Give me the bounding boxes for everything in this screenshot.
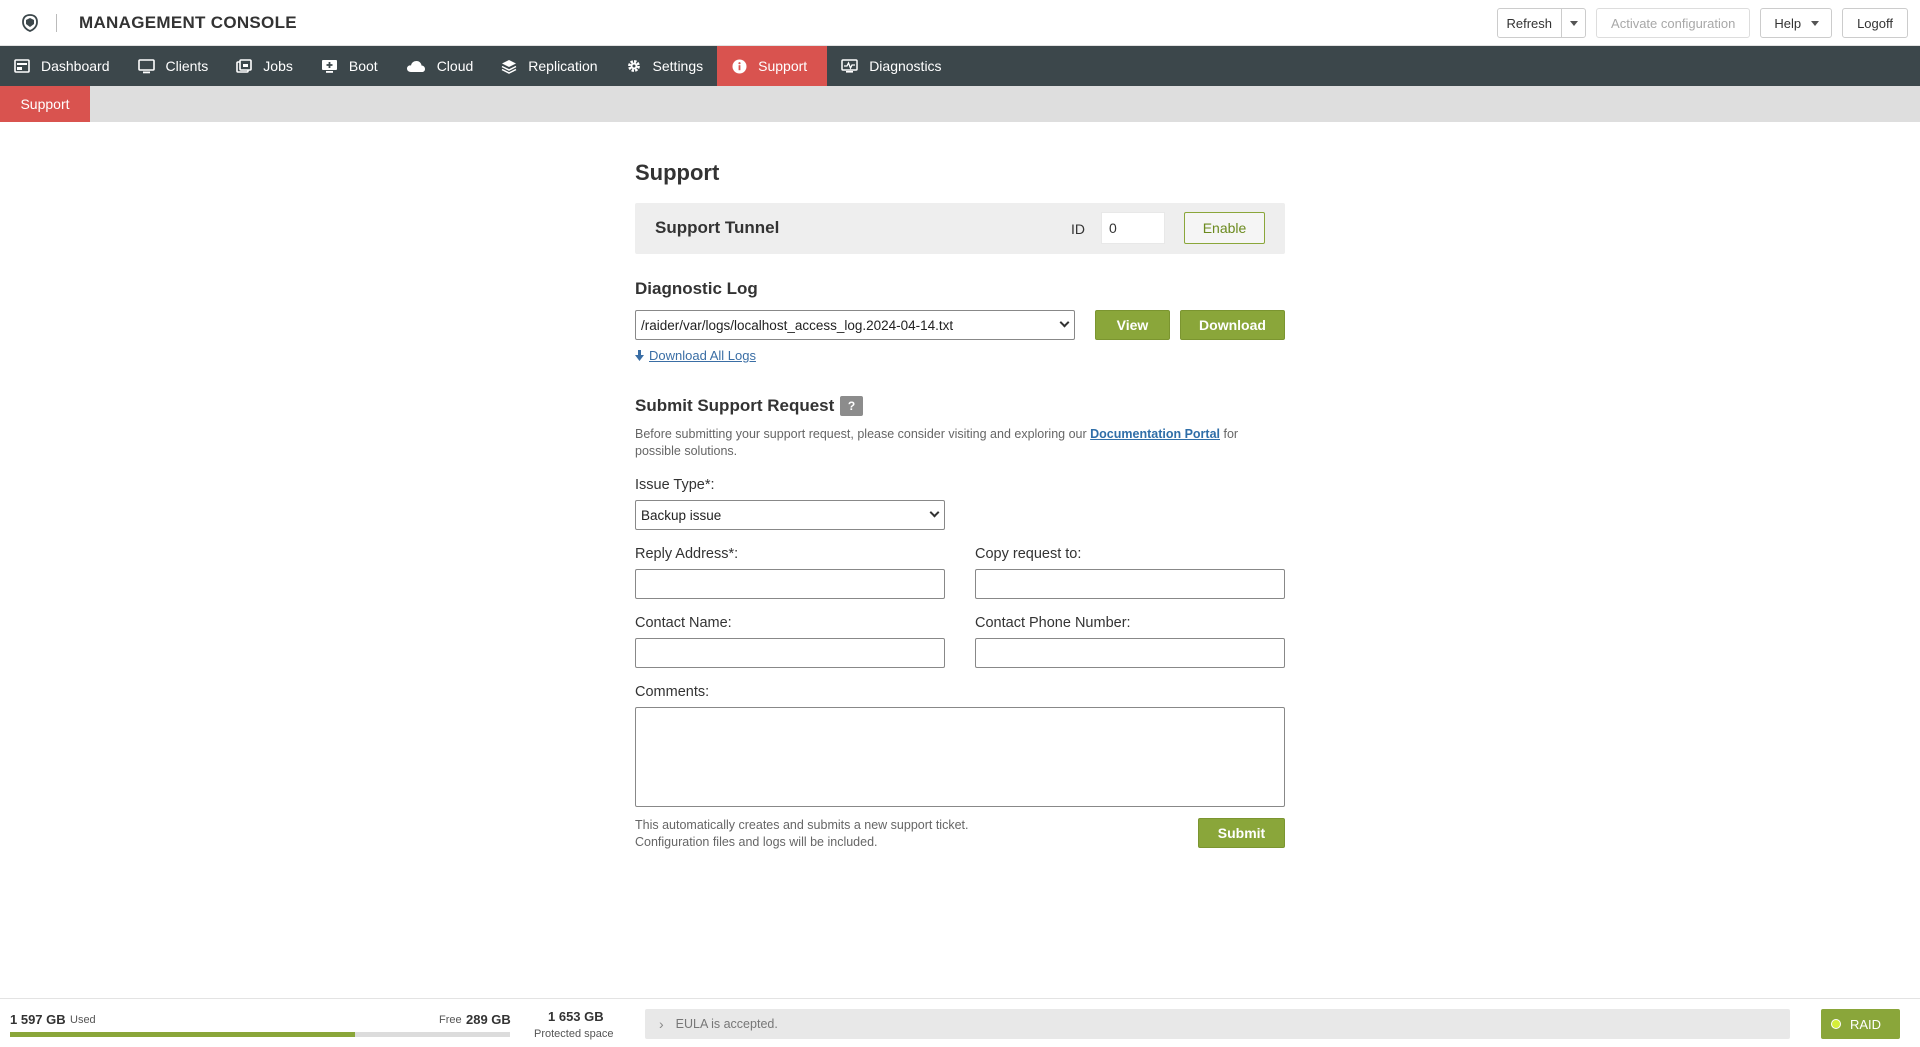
- nav-label: Cloud: [436, 58, 474, 74]
- download-all-logs-link[interactable]: Download All Logs: [635, 348, 756, 363]
- chevron-right-icon: ›: [659, 1016, 664, 1032]
- diagnostics-icon: [841, 59, 858, 73]
- nav-item-diagnostics[interactable]: Diagnostics: [827, 46, 955, 86]
- raid-label: RAID: [1850, 1016, 1882, 1032]
- submit-note: This automatically creates and submits a…: [635, 817, 968, 851]
- support-request-title: Submit Support Request: [635, 396, 835, 415]
- nav-item-replication[interactable]: Replication: [487, 46, 611, 86]
- used-space-label: Used: [70, 1014, 96, 1026]
- diagnostic-log-title: Diagnostic Log: [635, 279, 758, 298]
- free-space-value: 289 GB: [466, 1012, 511, 1027]
- nav-item-jobs[interactable]: Jobs: [222, 46, 307, 86]
- storage-usage-bar: [10, 1032, 510, 1037]
- nav-item-cloud[interactable]: Cloud: [392, 46, 488, 86]
- download-log-button[interactable]: Download: [1180, 310, 1285, 340]
- reply-address-input[interactable]: [635, 569, 945, 599]
- issue-type-label: Issue Type*:: [635, 477, 715, 493]
- nav-label: Replication: [528, 58, 598, 74]
- storage-usage-fill: [10, 1032, 355, 1037]
- chevron-down-icon: [1811, 20, 1820, 26]
- nav-label: Jobs: [263, 58, 293, 74]
- contact-name-label: Contact Name:: [635, 615, 732, 631]
- nav-label: Diagnostics: [869, 58, 942, 74]
- free-space-label: Free: [439, 1014, 462, 1026]
- support-tunnel-title: Support Tunnel: [655, 218, 780, 237]
- contact-phone-label: Contact Phone Number:: [975, 615, 1131, 631]
- app-logo-icon: [22, 13, 38, 32]
- subtab-support[interactable]: Support: [0, 86, 90, 122]
- sub-nav: Support: [0, 86, 1920, 122]
- cloud-icon: [406, 60, 425, 72]
- gear-icon: [627, 60, 640, 72]
- nav-label: Boot: [348, 58, 378, 74]
- help-badge-icon[interactable]: ?: [840, 396, 863, 416]
- eula-status-text: EULA is accepted.: [675, 1017, 778, 1031]
- tunnel-id-label: ID: [1071, 221, 1085, 237]
- intro-text: Before submitting your support request, …: [635, 427, 1091, 441]
- activate-configuration-button[interactable]: Activate configuration: [1596, 8, 1751, 38]
- status-dot-icon: [1831, 1019, 1841, 1029]
- chevron-down-icon: [1569, 20, 1578, 26]
- nav-item-clients[interactable]: Clients: [124, 46, 223, 86]
- nav-label: Dashboard: [41, 58, 110, 74]
- refresh-button[interactable]: Refresh: [1498, 16, 1562, 31]
- protected-space-value: 1 653 GB: [548, 1009, 604, 1024]
- download-all-logs-label: Download All Logs: [649, 348, 756, 363]
- submit-note-line1: This automatically creates and submits a…: [635, 818, 969, 832]
- eula-status-bar[interactable]: › EULA is accepted.: [645, 1009, 1790, 1039]
- monitor-icon: [137, 58, 155, 73]
- main-nav: Dashboard Clients Jobs Boot Cloud Replic…: [0, 46, 1920, 86]
- nav-label: Settings: [652, 58, 704, 74]
- logoff-button[interactable]: Logoff: [1842, 8, 1908, 38]
- raid-status-button[interactable]: RAID: [1821, 1009, 1900, 1039]
- refresh-dropdown-toggle[interactable]: [1561, 9, 1585, 37]
- issue-type-select[interactable]: Backup issue: [635, 500, 945, 530]
- protected-space-label: Protected space: [534, 1028, 614, 1040]
- documentation-portal-link[interactable]: Documentation Portal: [1090, 427, 1220, 441]
- header-actions: Refresh Activate configuration Help Logo…: [1496, 8, 1908, 38]
- replication-icon: [501, 59, 517, 74]
- help-label: Help: [1774, 15, 1802, 31]
- reply-address-label: Reply Address*:: [635, 546, 739, 562]
- support-request-intro: Before submitting your support request, …: [635, 426, 1285, 460]
- page-title: Support: [635, 160, 720, 185]
- nav-label: Support: [758, 58, 808, 74]
- contact-phone-input[interactable]: [975, 638, 1285, 668]
- log-file-select-value: /raider/var/logs/localhost_access_log.20…: [641, 317, 954, 333]
- comments-textarea[interactable]: [635, 707, 1285, 807]
- view-log-button[interactable]: View: [1095, 310, 1170, 340]
- help-menu-button[interactable]: Help: [1760, 8, 1833, 38]
- comments-label: Comments:: [635, 684, 710, 700]
- log-file-select[interactable]: /raider/var/logs/localhost_access_log.20…: [635, 310, 1075, 340]
- issue-type-value: Backup issue: [641, 507, 722, 523]
- jobs-icon: [236, 58, 253, 73]
- chevron-down-icon: [929, 507, 940, 518]
- boot-icon: [321, 60, 337, 73]
- enable-tunnel-button[interactable]: Enable: [1184, 212, 1265, 244]
- dashboard-icon: [14, 59, 30, 73]
- info-icon: [732, 59, 747, 73]
- app-title: MANAGEMENT CONSOLE: [79, 12, 297, 32]
- contact-name-input[interactable]: [635, 638, 945, 668]
- nav-item-boot[interactable]: Boot: [307, 46, 392, 86]
- submit-note-line2: Configuration files and logs will be inc…: [635, 835, 878, 849]
- copy-request-input[interactable]: [975, 569, 1285, 599]
- nav-item-settings[interactable]: Settings: [612, 46, 718, 86]
- download-arrow-icon: [635, 350, 644, 361]
- copy-request-label: Copy request to:: [975, 546, 1082, 562]
- support-tunnel-panel: Support Tunnel ID 0 Enable: [635, 203, 1285, 254]
- tunnel-id-input[interactable]: 0: [1101, 212, 1165, 244]
- chevron-down-icon: [1059, 317, 1070, 328]
- status-footer: 1 597 GB Used Free 289 GB 1 653 GB Prote…: [0, 998, 1920, 1047]
- nav-item-support[interactable]: Support: [717, 46, 828, 86]
- used-space-value: 1 597 GB: [10, 1012, 66, 1027]
- nav-label: Clients: [165, 58, 209, 74]
- nav-item-dashboard[interactable]: Dashboard: [0, 46, 124, 86]
- submit-button[interactable]: Submit: [1198, 818, 1285, 848]
- top-header: MANAGEMENT CONSOLE Refresh Activate conf…: [0, 0, 1920, 46]
- refresh-button-group: Refresh: [1496, 8, 1587, 38]
- logo-divider: [56, 13, 57, 32]
